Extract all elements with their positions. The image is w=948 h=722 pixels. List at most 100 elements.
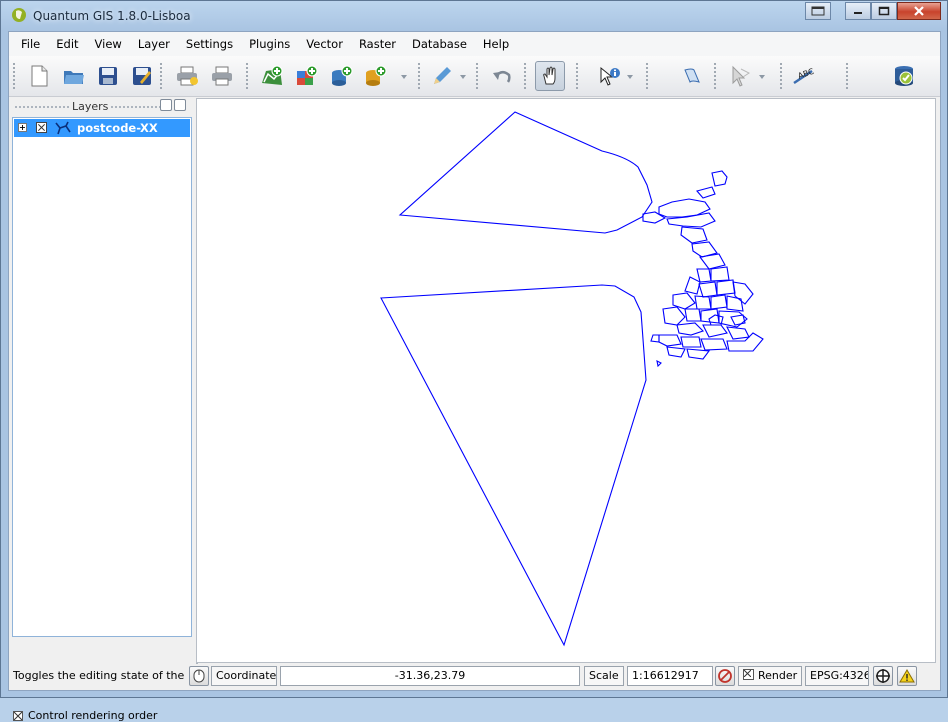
toolbar-grip[interactable] [575,62,579,90]
open-project-icon [64,71,84,84]
print-button[interactable] [207,61,237,91]
chevron-down-icon[interactable] [759,75,765,79]
layers-tree[interactable]: + postcode-XX [12,117,192,637]
uk-postcode-districts [642,170,764,368]
toggle-extents-button[interactable] [189,666,209,686]
render-checkbox[interactable] [743,669,754,680]
render-toggle[interactable]: Render [738,666,802,686]
menu-help[interactable]: Help [475,32,517,56]
stop-render-button[interactable] [715,666,735,686]
layer-visibility-checkbox[interactable] [36,122,47,133]
label-button[interactable]: ABC [790,61,820,91]
toolbar-grip[interactable] [845,62,849,90]
select-features-icon [732,65,750,87]
new-project-icon [31,65,48,87]
pan-icon [543,66,556,85]
menu-bar: File Edit View Layer Settings Plugins Ve… [9,32,940,56]
menu-edit[interactable]: Edit [48,32,86,56]
add-raster-layer-button[interactable] [292,61,322,91]
pan-button[interactable] [535,61,565,91]
map-canvas[interactable] [196,98,936,663]
stop-render-icon [718,669,732,683]
window-title: Quantum GIS 1.8.0-Lisboa [33,9,191,23]
polygon-north-offshore [398,111,653,234]
toolbar-grip[interactable] [12,62,16,90]
save-project-button[interactable] [93,61,123,91]
coordinate-field[interactable]: -31.36,23.79 [280,666,580,686]
new-print-composer-button[interactable] [172,61,202,91]
add-raster-layer-icon [297,65,318,85]
expand-icon[interactable]: + [18,123,27,132]
add-postgis-layer-icon [332,65,353,86]
status-message: Toggles the editing state of the curr [13,669,188,682]
toolbar-grip[interactable] [645,62,649,90]
warning-icon [899,669,915,683]
messages-warning-button[interactable] [897,666,917,686]
identify-icon [600,66,620,86]
svg-text:ABC: ABC [797,67,816,81]
toolbar-grip[interactable] [779,62,783,90]
restore-window-icon[interactable] [805,2,831,20]
chevron-down-icon[interactable] [460,75,466,79]
add-vector-layer-icon [262,65,283,85]
close-button[interactable] [897,2,941,20]
save-project-icon [99,67,117,85]
crosshair-globe-icon [876,669,890,683]
crs-button[interactable]: EPSG:4326 [805,666,869,686]
measure-button[interactable] [677,61,707,91]
polygon-south-offshore [380,284,647,647]
label-icon: ABC [793,67,816,85]
save-as-icon [133,67,151,85]
toolbar-grip[interactable] [523,62,527,90]
toolbar-grip[interactable] [159,62,163,90]
minimize-button[interactable] [845,2,871,20]
float-panel-button[interactable] [160,99,172,111]
toolbar-grip[interactable] [475,62,479,90]
undo-button[interactable] [487,61,517,91]
chevron-down-icon[interactable] [401,75,407,79]
projection-button[interactable] [873,666,893,686]
layers-panel: Layers + postcode-XX Control rendering o… [9,97,195,722]
scale-field[interactable]: 1:16612917 [627,666,713,686]
main-toolbar: ABC [9,56,940,97]
toolbar-grip[interactable] [245,62,249,90]
add-vector-layer-button[interactable] [257,61,287,91]
status-bar: Toggles the editing state of the curr Co… [9,664,940,690]
maximize-button[interactable] [871,2,897,20]
menu-raster[interactable]: Raster [351,32,404,56]
toolbar-grip[interactable] [713,62,717,90]
vector-line-layer-icon [55,121,71,135]
menu-view[interactable]: View [87,32,130,56]
toggle-editing-button[interactable] [427,61,457,91]
save-as-button[interactable] [127,61,157,91]
title-bar[interactable]: Quantum GIS 1.8.0-Lisboa [1,1,947,31]
menu-layer[interactable]: Layer [130,32,178,56]
select-features-button[interactable] [725,61,755,91]
chevron-down-icon[interactable] [627,75,633,79]
open-project-button[interactable] [59,61,89,91]
add-spatialite-layer-button[interactable] [361,61,391,91]
control-rendering-order[interactable]: Control rendering order [13,709,157,722]
qgis-help-button[interactable] [889,61,919,91]
new-print-composer-icon [177,66,198,86]
close-panel-button[interactable] [174,99,186,111]
menu-file[interactable]: File [13,32,48,56]
undo-icon [493,71,511,83]
menu-vector[interactable]: Vector [298,32,351,56]
menu-settings[interactable]: Settings [178,32,241,56]
mouse-icon [193,669,205,683]
map-features [380,111,764,647]
menu-database[interactable]: Database [404,32,475,56]
layers-panel-header[interactable]: Layers [9,97,195,117]
scale-label: Scale [584,666,624,686]
control-rendering-order-label: Control rendering order [28,709,158,722]
control-rendering-order-checkbox[interactable] [13,710,23,721]
new-project-button[interactable] [24,61,54,91]
qgis-logo-icon [12,8,26,22]
toolbar-grip[interactable] [417,62,421,90]
main-window-client: File Edit View Layer Settings Plugins Ve… [8,31,941,722]
layer-item-postcode-xx[interactable]: + postcode-XX [14,119,190,137]
add-postgis-layer-button[interactable] [327,61,357,91]
menu-plugins[interactable]: Plugins [241,32,298,56]
identify-button[interactable] [595,61,625,91]
